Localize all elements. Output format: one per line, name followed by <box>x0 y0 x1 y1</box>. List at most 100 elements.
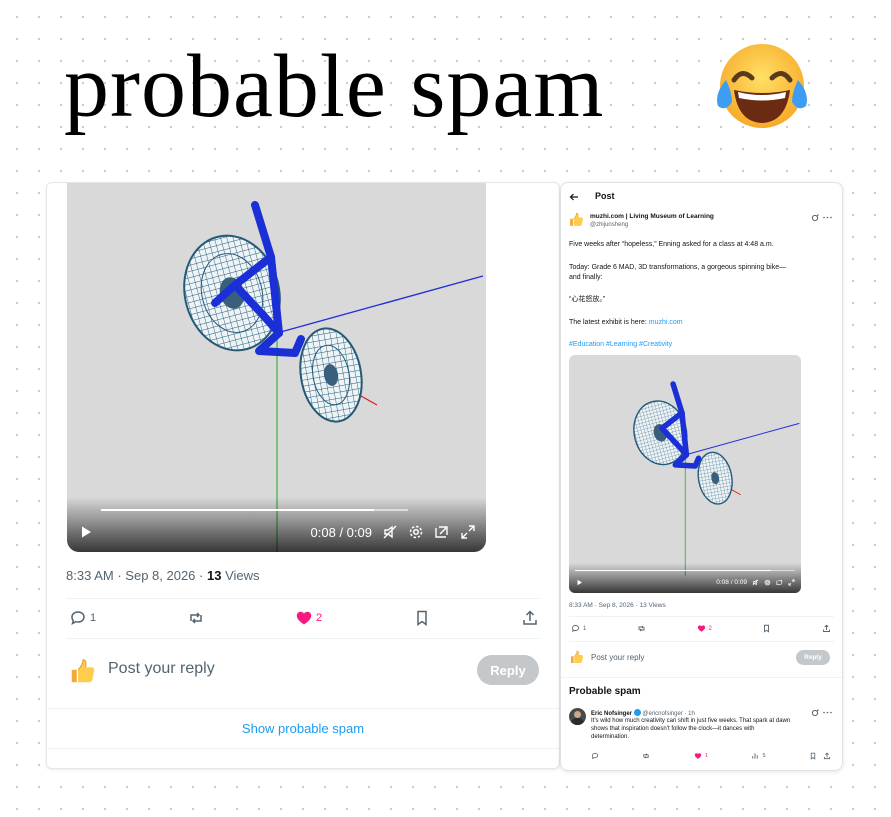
repost-action[interactable] <box>637 624 646 633</box>
reply-action[interactable] <box>591 752 599 760</box>
share-upload-icon <box>823 624 830 632</box>
picture-in-picture-icon[interactable] <box>434 524 450 540</box>
like-action[interactable]: 2 <box>295 609 322 627</box>
divider <box>561 677 842 678</box>
video-time: 0:08 / 0:09 <box>310 524 372 540</box>
divider <box>569 616 834 617</box>
views-action[interactable]: 5 <box>751 752 766 760</box>
post-text-line: The latest exhibit is here: muzhi.com <box>569 319 683 326</box>
divider <box>569 641 834 642</box>
back-arrow-icon[interactable] <box>569 192 579 202</box>
heart-filled-icon <box>296 611 312 625</box>
play-icon[interactable] <box>79 525 93 539</box>
grok-icon[interactable] <box>811 214 819 222</box>
post-timestamp-views: 8:33 AM · Sep 8, 2026 · 13 Views <box>66 568 260 583</box>
spam-reply-text-line: determination. <box>591 734 630 740</box>
exhibit-link[interactable]: muzhi.com <box>649 319 683 326</box>
bookmark-action[interactable] <box>762 624 771 633</box>
mute-icon[interactable] <box>752 579 759 586</box>
bookmark-icon <box>764 624 770 633</box>
settings-gear-icon[interactable] <box>764 579 771 586</box>
reply-composer: Post your reply Reply <box>67 653 547 693</box>
spam-reply-text-line: shows that inspiration doesn’t follow th… <box>591 726 755 732</box>
headline: probable spam <box>64 37 605 136</box>
thumbs-up-avatar-icon <box>67 655 99 687</box>
video-frame-bike <box>633 381 800 577</box>
post-text-line: “心花怒放。” <box>569 296 606 303</box>
reply-input[interactable]: Post your reply <box>591 653 644 662</box>
video-player[interactable]: 0:08 / 0:09 <box>569 355 801 593</box>
share-action[interactable] <box>521 609 539 627</box>
views-count: 13 <box>207 568 222 583</box>
bookmark-share-group <box>809 752 831 760</box>
post-actions-bar: 1 2 <box>69 608 539 628</box>
reply-action[interactable]: 1 <box>571 624 586 633</box>
divider <box>47 708 559 709</box>
like-action[interactable]: 2 <box>697 624 712 633</box>
bookmark-icon[interactable] <box>809 752 817 760</box>
probable-spam-heading: Probable spam <box>569 686 641 697</box>
spam-reply-header: Eric Nofsinger @ericnofsinger · 1h <box>591 709 695 717</box>
thumbs-up-avatar-icon <box>569 649 585 665</box>
fullscreen-icon[interactable] <box>788 579 795 586</box>
mute-icon[interactable] <box>382 524 398 540</box>
verified-badge-icon <box>633 709 641 716</box>
page-header-title: Post <box>595 191 615 201</box>
picture-in-picture-icon[interactable] <box>776 579 783 586</box>
share-upload-icon[interactable] <box>823 752 831 760</box>
bookmark-action[interactable] <box>413 609 431 627</box>
reply-action[interactable]: 1 <box>69 609 96 627</box>
repost-action[interactable] <box>642 752 650 760</box>
video-progress-fill <box>575 570 771 571</box>
reply-input[interactable]: Post your reply <box>108 660 215 678</box>
spam-reply-actions-bar: 1 5 <box>591 751 831 760</box>
reply-button[interactable]: Reply <box>796 650 830 665</box>
tears-of-joy-emoji-icon <box>717 44 807 128</box>
share-upload-icon <box>523 610 537 625</box>
reply-bubble-icon <box>572 625 579 633</box>
divider <box>47 748 559 749</box>
more-options-icon[interactable] <box>823 711 832 714</box>
author-handle[interactable]: @zhijunsheng <box>590 222 628 228</box>
bookmark-icon <box>416 610 427 626</box>
hashtags[interactable]: #Education #Learning #Creativity <box>569 340 672 349</box>
heart-filled-icon <box>694 752 702 759</box>
post-text-line: Today: Grade 6 MAD, 3D transformations, … <box>569 264 787 271</box>
reply-button[interactable]: Reply <box>477 655 539 685</box>
video-player[interactable]: 0:08 / 0:09 <box>67 183 486 552</box>
video-progress-fill <box>101 509 375 511</box>
repost-icon <box>638 625 645 632</box>
settings-gear-icon[interactable] <box>408 524 424 540</box>
post-text-line: Five weeks after “hopeless,” Enning aske… <box>569 241 774 248</box>
reply-bubble-icon <box>591 752 599 759</box>
post-actions-bar: 1 2 <box>571 623 831 634</box>
play-icon[interactable] <box>576 579 583 586</box>
share-action[interactable] <box>822 624 831 633</box>
thumbs-up-avatar-icon[interactable] <box>568 211 585 228</box>
author-name[interactable]: muzhi.com | Living Museum of Learning <box>590 213 714 220</box>
fullscreen-icon[interactable] <box>460 524 476 540</box>
like-action[interactable]: 1 <box>694 752 708 760</box>
spam-reply-handle-time: @ericnofsinger · 1h <box>642 711 695 717</box>
spam-reply-avatar[interactable] <box>569 708 586 725</box>
spam-reply-author[interactable]: Eric Nofsinger <box>591 711 632 717</box>
repost-action[interactable] <box>187 609 205 627</box>
divider <box>66 598 540 599</box>
repost-icon <box>189 612 202 624</box>
post-detail-card: 0:08 / 0:09 8:33 AM · Sep 8, 2026 · 13 V… <box>46 182 560 769</box>
views-chart-icon <box>752 752 759 759</box>
repost-icon <box>643 752 650 759</box>
video-progress-bar[interactable] <box>101 509 408 511</box>
heart-filled-icon <box>697 625 705 632</box>
post-text-line: and finally: <box>569 274 603 281</box>
spam-reply-text-line: It’s wild how much creativity can shift … <box>591 718 791 724</box>
reply-bubble-icon <box>71 611 85 626</box>
video-progress-bar[interactable] <box>575 570 795 571</box>
more-options-icon[interactable] <box>823 216 832 219</box>
video-time: 0:08 / 0:09 <box>716 578 747 586</box>
post-timestamp-views: 8:33 AM · Sep 8, 2026 · 13 Views <box>569 602 666 609</box>
grok-icon[interactable] <box>811 709 819 717</box>
thread-view-card: Post muzhi.com | Living Museum of Learni… <box>560 182 843 771</box>
show-probable-spam-link[interactable]: Show probable spam <box>47 721 559 736</box>
divider <box>66 638 540 639</box>
